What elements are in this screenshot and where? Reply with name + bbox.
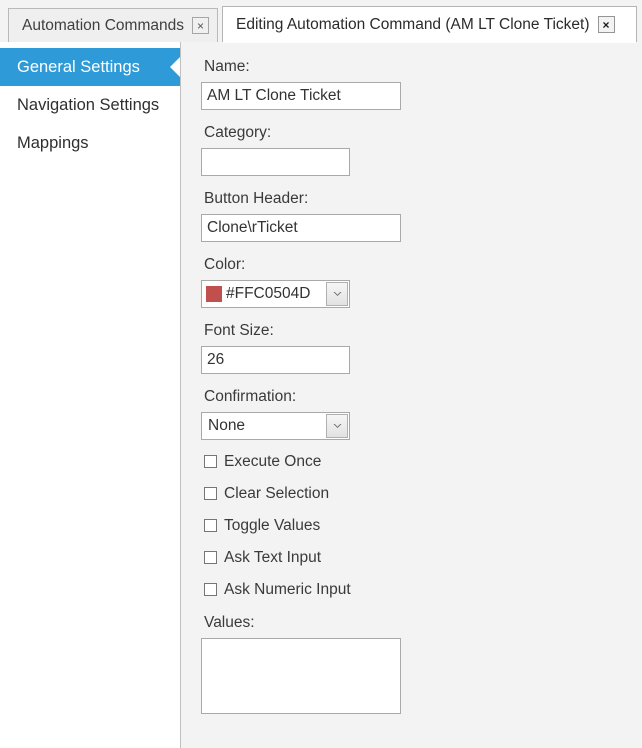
color-combobox[interactable]: #FFC0504D bbox=[201, 280, 350, 308]
font-size-label: Font Size: bbox=[204, 322, 274, 339]
name-input[interactable] bbox=[201, 82, 401, 110]
checkbox-ask-numeric-input[interactable]: Ask Numeric Input bbox=[204, 574, 642, 606]
chevron-down-icon[interactable] bbox=[326, 282, 348, 306]
color-value: #FFC0504D bbox=[226, 285, 311, 302]
tab-automation-commands[interactable]: Automation Commands × bbox=[8, 8, 218, 42]
active-tab-merge-line bbox=[223, 41, 636, 43]
sidebar-item-label: Navigation Settings bbox=[17, 95, 160, 114]
category-input[interactable] bbox=[201, 148, 350, 176]
options-checkbox-group: Execute Once Clear Selection Toggle Valu… bbox=[201, 446, 642, 606]
checkbox-clear-selection[interactable]: Clear Selection bbox=[204, 478, 642, 510]
checkbox-label: Ask Numeric Input bbox=[224, 581, 351, 598]
close-icon[interactable]: × bbox=[597, 16, 615, 33]
checkbox-box[interactable] bbox=[204, 550, 217, 564]
general-settings-panel: Name: Category: Button Header: Color: #F… bbox=[182, 42, 642, 748]
checkbox-box[interactable] bbox=[204, 518, 217, 532]
confirmation-combobox[interactable]: None bbox=[201, 412, 350, 440]
checkbox-ask-text-input[interactable]: Ask Text Input bbox=[204, 542, 642, 574]
button-header-label: Button Header: bbox=[204, 190, 309, 207]
values-label: Values: bbox=[204, 614, 255, 631]
sidebar-item-label: Mappings bbox=[17, 133, 89, 152]
name-label: Name: bbox=[204, 58, 250, 75]
font-size-input[interactable] bbox=[201, 346, 350, 374]
settings-sidebar: General Settings Navigation Settings Map… bbox=[0, 42, 181, 748]
chevron-down-icon[interactable] bbox=[326, 414, 348, 438]
checkbox-box[interactable] bbox=[204, 486, 217, 500]
color-label: Color: bbox=[204, 256, 246, 273]
checkbox-label: Toggle Values bbox=[224, 517, 321, 534]
checkbox-label: Execute Once bbox=[224, 453, 322, 470]
color-swatch bbox=[206, 286, 222, 302]
checkbox-box[interactable] bbox=[204, 454, 217, 468]
checkbox-box[interactable] bbox=[204, 582, 217, 596]
sidebar-item-general-settings[interactable]: General Settings bbox=[0, 48, 180, 86]
button-header-input[interactable] bbox=[201, 214, 401, 242]
tab-label: Automation Commands bbox=[22, 16, 184, 34]
checkbox-label: Ask Text Input bbox=[224, 549, 322, 566]
checkbox-execute-once[interactable]: Execute Once bbox=[204, 446, 642, 478]
body-area: General Settings Navigation Settings Map… bbox=[0, 42, 642, 748]
category-label: Category: bbox=[204, 124, 272, 141]
sidebar-item-mappings[interactable]: Mappings bbox=[0, 124, 180, 162]
sidebar-item-label: General Settings bbox=[17, 57, 140, 76]
checkbox-toggle-values[interactable]: Toggle Values bbox=[204, 510, 642, 542]
confirmation-value: None bbox=[208, 417, 246, 434]
tab-label: Editing Automation Command (AM LT Clone … bbox=[236, 15, 590, 33]
tab-strip: Automation Commands × Editing Automation… bbox=[0, 0, 642, 42]
close-icon[interactable]: × bbox=[191, 17, 209, 34]
tab-editing-automation-command[interactable]: Editing Automation Command (AM LT Clone … bbox=[222, 6, 637, 42]
values-textarea[interactable] bbox=[201, 638, 401, 714]
checkbox-label: Clear Selection bbox=[224, 485, 330, 502]
sidebar-item-navigation-settings[interactable]: Navigation Settings bbox=[0, 86, 180, 124]
confirmation-label: Confirmation: bbox=[204, 388, 297, 405]
